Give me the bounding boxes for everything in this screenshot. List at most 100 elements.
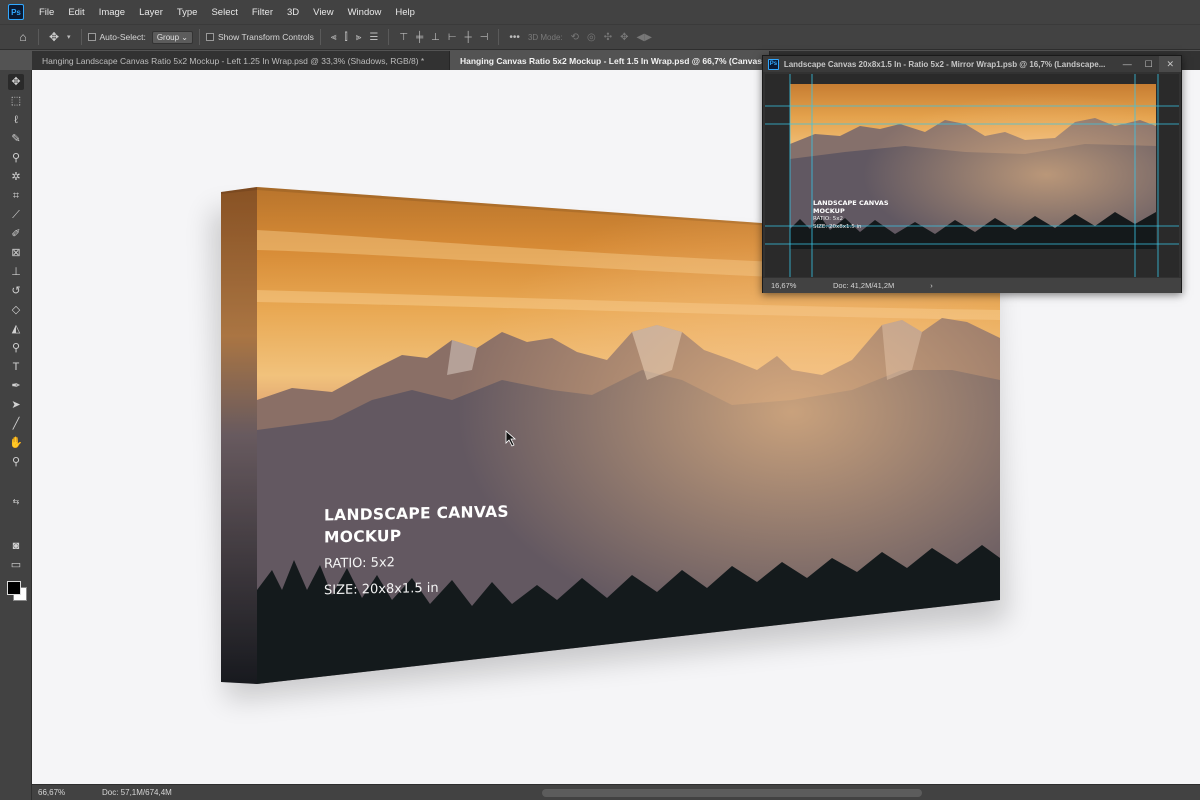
floating-doc-size: Doc: 41,2M/41,2M bbox=[833, 281, 895, 290]
mirror-wrap-preview-image bbox=[765, 74, 1179, 277]
menu-window[interactable]: Window bbox=[341, 7, 389, 18]
zoom-level[interactable]: 66,67% bbox=[38, 788, 94, 797]
3d-scale-icon[interactable]: ◀▶ bbox=[637, 32, 652, 43]
quick-selection-tool-icon[interactable]: ✎ bbox=[8, 131, 24, 147]
floating-window-statusbar: 16,67% Doc: 41,2M/41,2M › bbox=[763, 278, 1181, 293]
floating-window-title: Landscape Canvas 20x8x1.5 In - Ratio 5x2… bbox=[783, 59, 1106, 69]
auto-select-label: Auto-Select: bbox=[99, 32, 146, 42]
photoshop-logo-icon: Ps bbox=[768, 58, 779, 70]
lasso-tool-icon[interactable]: ℓ bbox=[8, 112, 24, 128]
photoshop-logo-icon: Ps bbox=[8, 4, 24, 20]
3d-pan-icon[interactable]: ✣ bbox=[604, 32, 612, 43]
eraser-tool-icon[interactable]: ◇ bbox=[8, 302, 24, 318]
divider bbox=[498, 29, 500, 45]
floating-window-canvas[interactable]: LANDSCAPE CANVAS MOCKUP RATIO: 5x2 SIZE:… bbox=[765, 74, 1179, 277]
floating-window-titlebar[interactable]: Ps Landscape Canvas 20x8x1.5 In - Ratio … bbox=[763, 56, 1181, 72]
marquee-tool-icon[interactable]: ⬚ bbox=[8, 93, 24, 109]
status-bar: 66,67% Doc: 57,1M/674,4M bbox=[32, 784, 1200, 800]
checkbox-box[interactable] bbox=[206, 33, 214, 41]
tab-document-1[interactable]: Hanging Landscape Canvas Ratio 5x2 Mocku… bbox=[32, 51, 450, 70]
artwork-size: SIZE: 20x8x1.5 in bbox=[324, 580, 439, 599]
show-transform-controls-checkbox[interactable]: Show Transform Controls bbox=[206, 32, 314, 42]
align-top-icon[interactable]: ☰ bbox=[369, 32, 378, 43]
distribute-left-icon[interactable]: ⊢ bbox=[448, 32, 457, 43]
3d-orbit-icon[interactable]: ⟲ bbox=[571, 32, 579, 43]
menu-bar: Ps File Edit Image Layer Type Select Fil… bbox=[0, 0, 1200, 24]
menu-type[interactable]: Type bbox=[170, 7, 205, 18]
mini-artwork-title: LANDSCAPE CANVAS MOCKUP bbox=[813, 199, 889, 215]
brush-tool-icon[interactable]: ✐ bbox=[8, 226, 24, 242]
minimize-icon[interactable]: — bbox=[1116, 56, 1138, 72]
options-bar: ⌂ ✥ ▾ Auto-Select: Group ⌄ Show Transfor… bbox=[0, 24, 1200, 50]
hand-tool-icon[interactable]: ✋ bbox=[8, 435, 24, 451]
menu-file[interactable]: File bbox=[32, 7, 61, 18]
swap-colors-icon[interactable]: ⇆ bbox=[8, 494, 24, 510]
distribute-center-icon[interactable]: ┼ bbox=[465, 32, 472, 43]
history-brush-tool-icon[interactable]: ↺ bbox=[8, 283, 24, 299]
floating-zoom-level[interactable]: 16,67% bbox=[771, 281, 827, 290]
floating-document-window[interactable]: Ps Landscape Canvas 20x8x1.5 In - Ratio … bbox=[762, 55, 1182, 293]
align-right-icon[interactable]: ⫸ bbox=[356, 32, 362, 43]
maximize-icon[interactable]: ☐ bbox=[1138, 56, 1160, 72]
checkbox-box[interactable] bbox=[87, 33, 96, 41]
3d-slide-icon[interactable]: ✥ bbox=[620, 32, 628, 43]
mini-title-line1: LANDSCAPE CANVAS bbox=[813, 199, 889, 207]
3d-roll-icon[interactable]: ◎ bbox=[587, 32, 596, 43]
3d-mode-label: 3D Mode: bbox=[527, 32, 563, 42]
menu-help[interactable]: Help bbox=[388, 7, 422, 18]
type-tool-icon[interactable]: T bbox=[8, 359, 24, 375]
more-options-icon[interactable]: ••• bbox=[509, 32, 520, 43]
menu-image[interactable]: Image bbox=[92, 7, 132, 18]
divider bbox=[80, 29, 82, 45]
crop-tool-icon[interactable]: ⌗ bbox=[8, 188, 24, 204]
menu-3d[interactable]: 3D bbox=[280, 7, 306, 18]
artwork-title: LANDSCAPE CANVAS MOCKUP bbox=[324, 499, 564, 548]
dodge-tool-icon[interactable]: ⚲ bbox=[8, 340, 24, 356]
magic-wand-tool-icon[interactable]: ⚲ bbox=[8, 150, 24, 166]
home-icon[interactable]: ⌂ bbox=[14, 30, 32, 44]
path-selection-tool-icon[interactable]: ➤ bbox=[8, 397, 24, 413]
menu-view[interactable]: View bbox=[306, 7, 340, 18]
mini-ratio: RATIO: 5x2 bbox=[813, 216, 844, 222]
close-icon[interactable]: ✕ bbox=[1159, 56, 1181, 72]
divider bbox=[38, 29, 39, 45]
mini-title-line2: MOCKUP bbox=[813, 207, 845, 215]
divider bbox=[388, 29, 390, 45]
divider bbox=[319, 29, 321, 45]
menu-select[interactable]: Select bbox=[204, 7, 244, 18]
distribute-middle-icon[interactable]: ╪ bbox=[416, 32, 423, 43]
auto-select-checkbox[interactable]: Auto-Select: bbox=[87, 32, 146, 42]
move-tool-icon[interactable]: ✥ bbox=[45, 30, 63, 44]
quick-mask-icon[interactable]: ◙ bbox=[8, 538, 24, 554]
distribute-right-icon[interactable]: ⊣ bbox=[480, 32, 489, 43]
chevron-down-icon[interactable]: ▾ bbox=[67, 33, 71, 41]
mini-size: SIZE: 20x8x1.5 in bbox=[813, 224, 862, 230]
align-center-icon[interactable]: ⫿ bbox=[345, 32, 348, 43]
line-tool-icon[interactable]: ╱ bbox=[8, 416, 24, 432]
frame-tool-icon[interactable]: ⊠ bbox=[8, 245, 24, 261]
auto-select-dropdown[interactable]: Group ⌄ bbox=[151, 30, 193, 44]
divider bbox=[199, 29, 200, 45]
gradient-tool-icon[interactable]: ◭ bbox=[8, 321, 24, 337]
auto-select-value: Group bbox=[156, 32, 180, 42]
zoom-tool-icon[interactable]: ⚲ bbox=[8, 454, 24, 470]
tab-document-2[interactable]: Hanging Canvas Ratio 5x2 Mockup - Left 1… bbox=[450, 51, 770, 70]
move-tool-icon[interactable]: ✥ bbox=[8, 74, 24, 90]
tools-panel: ✥ ⬚ ℓ ✎ ⚲ ✲ ⌗ ⟋ ✐ ⊠ ⊥ ↺ ◇ ◭ ⚲ T ✒ ➤ ╱ ✋ … bbox=[0, 70, 32, 800]
screen-mode-icon[interactable]: ▭ bbox=[8, 557, 24, 573]
pen-tool-icon[interactable]: ✒ bbox=[8, 378, 24, 394]
align-left-icon[interactable]: ⫷ bbox=[331, 32, 337, 43]
foreground-color-swatch[interactable] bbox=[7, 581, 21, 595]
stamp-tool-icon[interactable]: ⊥ bbox=[8, 264, 24, 280]
chevron-right-icon[interactable]: › bbox=[930, 281, 933, 290]
menu-layer[interactable]: Layer bbox=[132, 7, 170, 18]
eyedropper-tool-icon[interactable]: ⟋ bbox=[8, 207, 24, 223]
object-selection-tool-icon[interactable]: ✲ bbox=[8, 169, 24, 185]
menu-filter[interactable]: Filter bbox=[245, 7, 280, 18]
doc-size: Doc: 57,1M/674,4M bbox=[102, 788, 172, 797]
show-transform-label: Show Transform Controls bbox=[218, 32, 314, 42]
distribute-bottom-icon[interactable]: ⊥ bbox=[431, 32, 440, 43]
horizontal-scrollbar[interactable] bbox=[542, 789, 922, 797]
menu-edit[interactable]: Edit bbox=[61, 7, 91, 18]
distribute-top-icon[interactable]: ⊤ bbox=[399, 32, 408, 43]
